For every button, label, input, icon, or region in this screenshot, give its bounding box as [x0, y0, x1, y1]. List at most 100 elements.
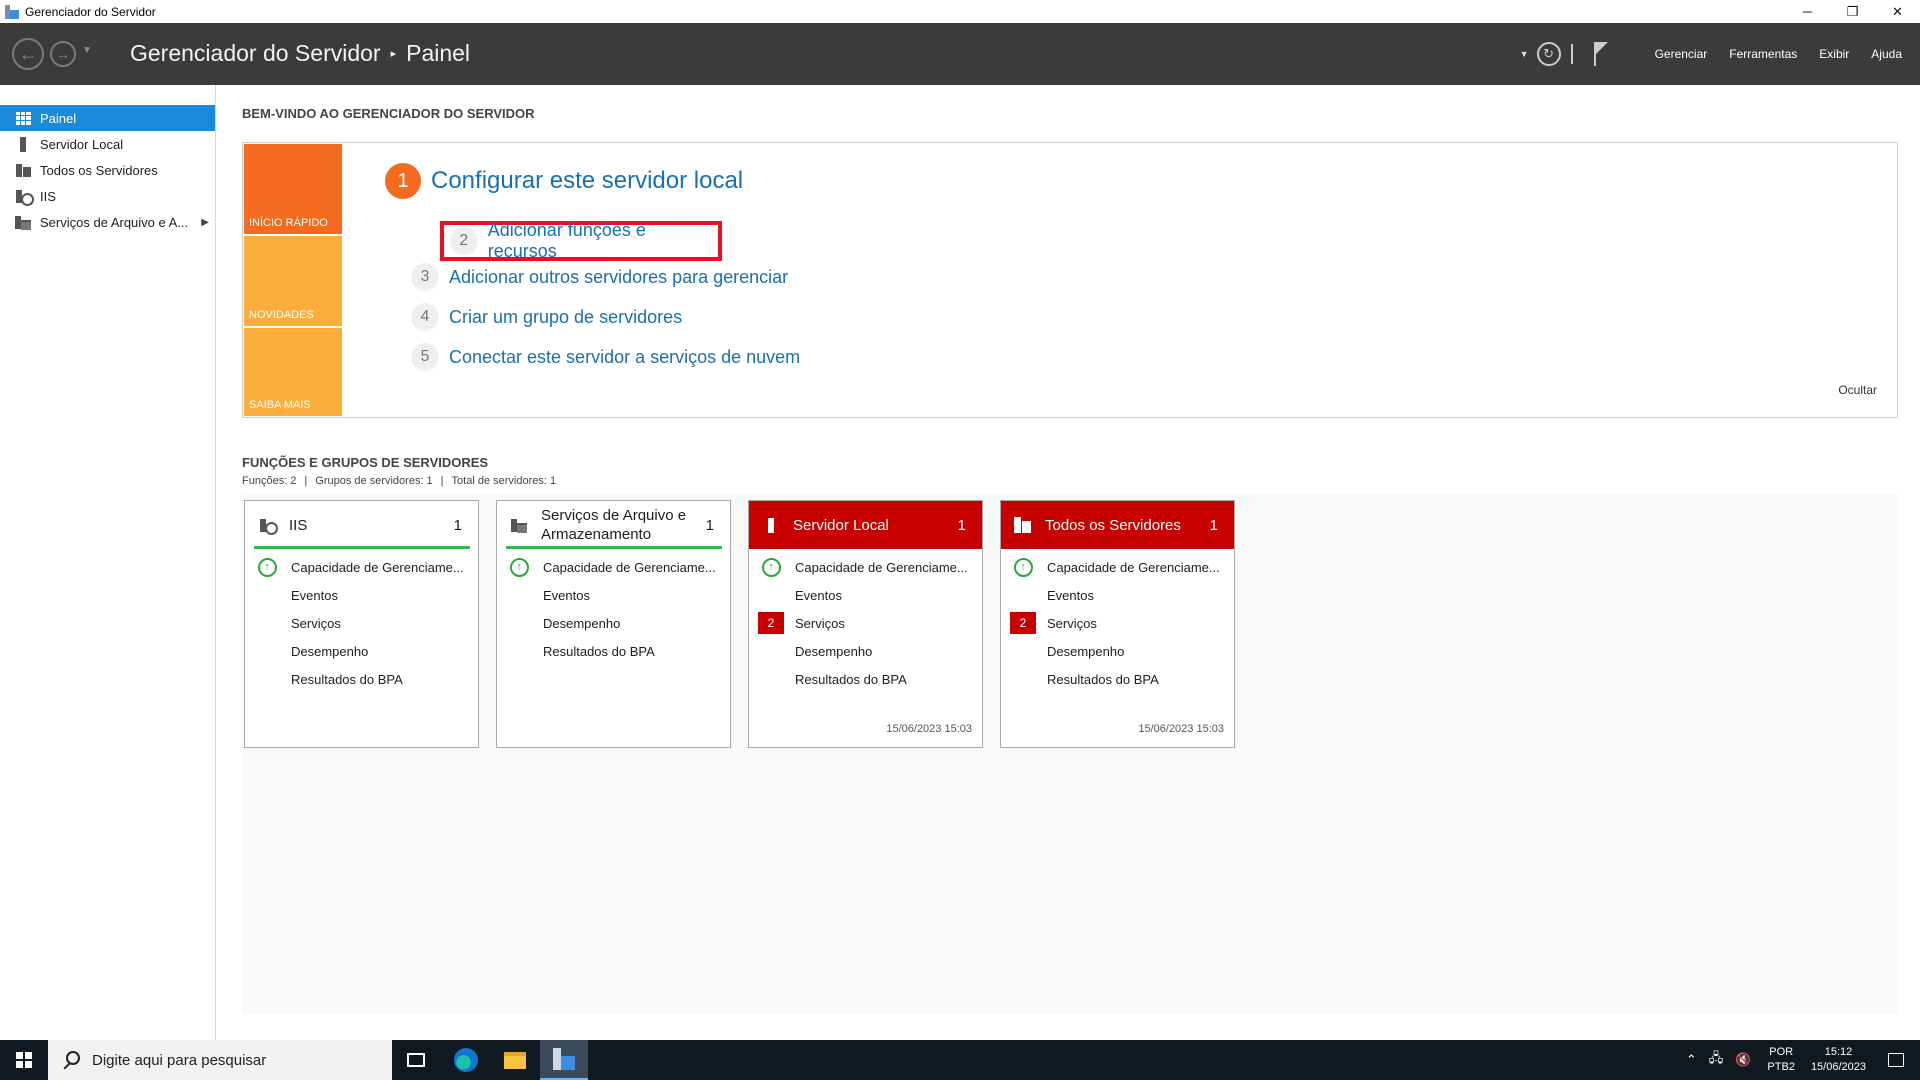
card-title[interactable]: IIS: [289, 516, 454, 535]
role-card-iis[interactable]: IIS 1 ↑ Capacidade de Gerenciame... Event…: [244, 500, 479, 748]
search-icon: [62, 1051, 80, 1069]
card-row-manageability[interactable]: ↑ Capacidade de Gerenciame...: [245, 553, 478, 581]
status-ok-icon: ↑: [761, 557, 781, 577]
menu-exibir[interactable]: Exibir: [1819, 47, 1849, 61]
step-add-servers[interactable]: 3 Adicionar outros servidores para geren…: [411, 261, 788, 293]
card-title[interactable]: Todos os Servidores: [1045, 516, 1210, 535]
card-row-label: Desempenho: [291, 643, 369, 659]
card-row-events[interactable]: Eventos: [1001, 581, 1234, 609]
search-placeholder: Digite aqui para pesquisar: [92, 1051, 267, 1069]
file-services-icon: [507, 516, 531, 534]
card-row-services[interactable]: 2 Serviços: [749, 609, 982, 637]
roles-heading: FUNÇÕES E GRUPOS DE SERVIDORES: [242, 455, 489, 470]
menu-ferramentas[interactable]: Ferramentas: [1729, 47, 1797, 61]
card-row-services[interactable]: 2 Serviços: [1001, 609, 1234, 637]
sidebar-item-todos-servidores[interactable]: Todos os Servidores: [0, 157, 215, 183]
step-add-roles-features[interactable]: 2 Adicionar funções e recursos: [440, 220, 722, 262]
card-row-services[interactable]: Serviços: [245, 609, 478, 637]
card-row-events[interactable]: Eventos: [497, 581, 730, 609]
forward-button[interactable]: →: [50, 41, 76, 67]
taskbar: Digite aqui para pesquisar ⌃ 🖧 🔇 POR PTB…: [0, 1040, 1920, 1080]
iis-icon: [15, 188, 34, 206]
chevron-up-icon[interactable]: ⌃: [1686, 1052, 1697, 1068]
back-button[interactable]: ←: [12, 38, 44, 70]
sidebar-item-file-services[interactable]: Serviços de Arquivo e A... ▶: [0, 209, 215, 235]
card-title[interactable]: Serviços de Arquivo e Armazenamento: [541, 506, 706, 544]
card-row-bpa[interactable]: Resultados do BPA: [1001, 665, 1234, 693]
chevron-down-icon[interactable]: ▼: [1520, 49, 1529, 59]
sidebar-item-painel[interactable]: Painel: [0, 105, 215, 131]
card-row-bpa[interactable]: Resultados do BPA: [245, 665, 478, 693]
card-header[interactable]: Serviços de Arquivo e Armazenamento 1: [497, 501, 730, 549]
card-row-bpa[interactable]: Resultados do BPA: [749, 665, 982, 693]
step-link[interactable]: Criar um grupo de servidores: [449, 307, 682, 328]
server-manager-taskbar-button[interactable]: [540, 1040, 588, 1080]
card-row-manageability[interactable]: ↑ Capacidade de Gerenciame...: [1001, 553, 1234, 581]
task-view-button[interactable]: [392, 1040, 440, 1080]
window-title: Gerenciador do Servidor: [25, 4, 156, 19]
card-row-manageability[interactable]: ↑ Capacidade de Gerenciame...: [497, 553, 730, 581]
expand-arrow-icon[interactable]: ▶: [201, 217, 209, 228]
card-row-events[interactable]: Eventos: [245, 581, 478, 609]
close-button[interactable]: ✕: [1875, 0, 1920, 23]
windows-logo-icon: [16, 1052, 32, 1068]
card-row-events[interactable]: Eventos: [749, 581, 982, 609]
servers-icon: [1011, 516, 1035, 534]
tile-whats-new[interactable]: NOVIDADES: [244, 236, 342, 326]
card-row-label: Resultados do BPA: [291, 671, 403, 687]
menu-ajuda[interactable]: Ajuda: [1871, 47, 1902, 61]
card-row-label: Serviços: [795, 615, 845, 631]
sidebar-item-servidor-local[interactable]: Servidor Local: [0, 131, 215, 157]
role-card-local-server[interactable]: Servidor Local 1 ↑ Capacidade de Gerencia…: [748, 500, 983, 748]
card-row-performance[interactable]: Desempenho: [1001, 637, 1234, 665]
input-language[interactable]: POR PTB2: [1767, 1045, 1795, 1075]
history-dropdown-icon[interactable]: ▼: [82, 45, 92, 56]
tile-learn-more[interactable]: SAIBA MAIS: [244, 328, 342, 416]
card-title[interactable]: Servidor Local: [793, 516, 958, 535]
sidebar-item-label: Painel: [40, 110, 77, 126]
step-create-server-group[interactable]: 4 Criar um grupo de servidores: [411, 301, 682, 333]
card-row-performance[interactable]: Desempenho: [497, 609, 730, 637]
role-card-file-services[interactable]: Serviços de Arquivo e Armazenamento 1 ↑ C…: [496, 500, 731, 748]
step-connect-cloud[interactable]: 5 Conectar este servidor a serviços de n…: [411, 341, 800, 373]
restore-button[interactable]: ❐: [1830, 0, 1875, 23]
card-header[interactable]: IIS 1: [245, 501, 478, 549]
card-header[interactable]: Servidor Local 1: [749, 501, 982, 549]
role-card-all-servers[interactable]: Todos os Servidores 1 ↑ Capacidade de Ger…: [1000, 500, 1235, 748]
server-manager-app-icon: [5, 4, 19, 19]
welcome-panel: INÍCIO RÁPIDO NOVIDADES SAIBA MAIS 1 Con…: [242, 142, 1898, 418]
card-row-performance[interactable]: Desempenho: [749, 637, 982, 665]
volume-muted-icon[interactable]: 🔇: [1735, 1052, 1751, 1068]
breadcrumb-root[interactable]: Gerenciador do Servidor: [130, 40, 381, 67]
sidebar-item-iis[interactable]: IIS: [0, 183, 215, 209]
start-button[interactable]: [0, 1040, 48, 1080]
card-row-bpa[interactable]: Resultados do BPA: [497, 637, 730, 665]
step-link[interactable]: Adicionar outros servidores para gerenci…: [449, 267, 788, 288]
tile-quick-start[interactable]: INÍCIO RÁPIDO: [244, 144, 342, 234]
notifications-flag-icon[interactable]: [1593, 42, 1609, 66]
step-link[interactable]: Adicionar funções e recursos: [488, 220, 718, 262]
clock[interactable]: 15:12 15/06/2023: [1811, 1045, 1866, 1075]
card-row-label: Eventos: [543, 587, 590, 603]
edge-taskbar-button[interactable]: [442, 1040, 490, 1080]
notification-center-icon[interactable]: [1888, 1053, 1904, 1067]
minimize-button[interactable]: ─: [1785, 0, 1830, 23]
network-icon[interactable]: 🖧: [1709, 1049, 1724, 1071]
card-row-manageability[interactable]: ↑ Capacidade de Gerenciame...: [749, 553, 982, 581]
step-link[interactable]: Conectar este servidor a serviços de nuv…: [449, 347, 800, 368]
file-explorer-taskbar-button[interactable]: [491, 1040, 539, 1080]
card-header[interactable]: Todos os Servidores 1: [1001, 501, 1234, 549]
system-tray: ⌃ 🖧 🔇 POR PTB2 15:12 15/06/2023: [1680, 1040, 1920, 1080]
menu-gerenciar[interactable]: Gerenciar: [1655, 47, 1708, 61]
hide-welcome-link[interactable]: Ocultar: [1838, 383, 1877, 397]
servers-count: Total de servidores: 1: [451, 475, 557, 487]
status-ok-icon: ↑: [1013, 557, 1033, 577]
step-link[interactable]: Configurar este servidor local: [431, 167, 743, 195]
taskbar-search[interactable]: Digite aqui para pesquisar: [48, 1040, 392, 1080]
breadcrumb-separator-icon: ▸: [390, 48, 397, 60]
refresh-icon[interactable]: ↻: [1536, 42, 1561, 66]
step-configure-local-server[interactable]: 1 Configurar este servidor local: [385, 163, 743, 199]
sidebar-item-label: IIS: [40, 188, 56, 204]
language-code: POR: [1769, 1046, 1794, 1058]
card-row-performance[interactable]: Desempenho: [245, 637, 478, 665]
